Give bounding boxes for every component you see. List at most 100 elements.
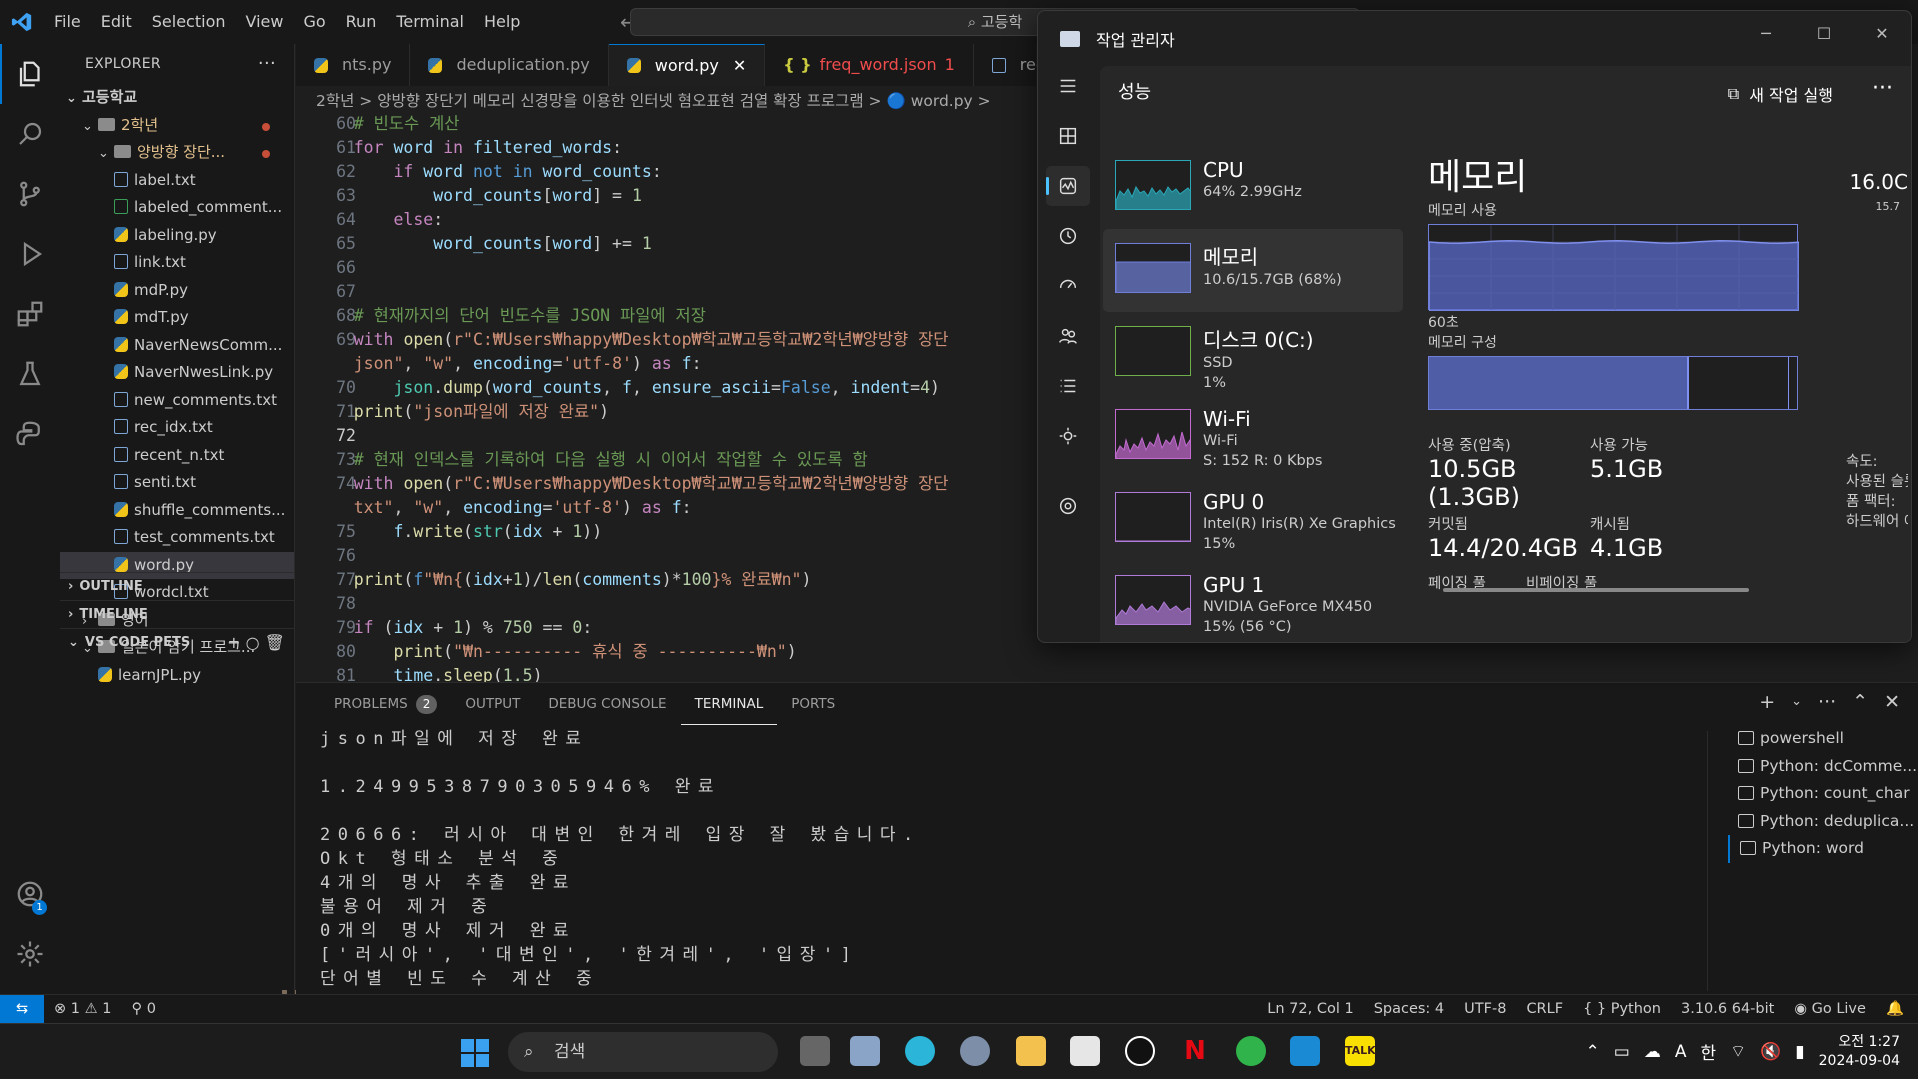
horizontal-scrollbar[interactable] [1443, 588, 1749, 592]
resource-gpu-1[interactable]: GPU 1 NVIDIA GeForce MX450 15% (56 °C) [1103, 561, 1403, 642]
explorer-icon[interactable] [0, 44, 60, 104]
volume-mute-icon[interactable]: 🔇 [1760, 1042, 1781, 1062]
folder-item[interactable]: ⌄ 양방향 장단... [60, 139, 294, 167]
vscode-taskbar-icon[interactable] [1290, 1036, 1320, 1066]
problems-status[interactable]: ⊗ 1 ⚠ 1 [54, 1001, 111, 1017]
processes-icon[interactable] [1046, 116, 1090, 156]
section-outline[interactable]: › OUTLINE [60, 572, 295, 600]
menu-view[interactable]: View [236, 0, 294, 44]
panel-tab-ports[interactable]: PORTS [777, 683, 849, 725]
startup-apps-icon[interactable] [1046, 266, 1090, 306]
folder-item[interactable]: ⌄ 2학년 [60, 112, 294, 140]
details-icon[interactable] [1046, 366, 1090, 406]
menu-selection[interactable]: Selection [142, 0, 236, 44]
close-panel-icon[interactable]: ✕ [1884, 691, 1900, 713]
go-live-button[interactable]: ◉ Go Live [1794, 995, 1866, 1023]
close-tab-icon[interactable]: ✕ [733, 45, 746, 87]
file-item[interactable]: mdP.py [60, 277, 294, 305]
line-ending[interactable]: CRLF [1526, 995, 1563, 1023]
tab-nts-py[interactable]: nts.py [296, 44, 411, 86]
services-icon[interactable] [1046, 416, 1090, 456]
menu-go[interactable]: Go [293, 0, 335, 44]
menu-help[interactable]: Help [474, 0, 530, 44]
file-item[interactable]: label.txt [60, 167, 294, 195]
panel-tab-problems[interactable]: PROBLEMS 2 [320, 683, 451, 725]
resource-gpu-0[interactable]: GPU 0 Intel(R) Iris(R) Xe Graphics 15% [1103, 478, 1403, 561]
resource--[interactable]: 메모리 10.6/15.7GB (68%) [1103, 229, 1403, 312]
ime-lang[interactable]: A [1675, 1042, 1687, 1062]
onedrive-icon[interactable]: ☁ [1644, 1042, 1661, 1062]
resource-wi-fi[interactable]: Wi-Fi Wi-Fi S: 152 R: 0 Kbps [1103, 395, 1403, 478]
resource--0-c-[interactable]: 디스크 0(C:) SSD 1% [1103, 312, 1403, 395]
github-icon[interactable] [1125, 1036, 1155, 1066]
file-item[interactable]: learnJPL.py [60, 662, 294, 690]
resource-cpu[interactable]: CPU 64% 2.99GHz [1103, 146, 1403, 229]
menu-edit[interactable]: Edit [91, 0, 142, 44]
ports-status[interactable]: ⚲ 0 [131, 1001, 155, 1017]
file-item[interactable]: recent_n.txt [60, 442, 294, 470]
terminal-instance[interactable]: powershell [1728, 725, 1918, 753]
language-mode[interactable]: { } Python [1583, 995, 1661, 1023]
extensions-icon[interactable] [0, 284, 60, 344]
indentation[interactable]: Spaces: 4 [1374, 995, 1444, 1023]
tab-deduplication-py[interactable]: deduplication.py [410, 44, 609, 86]
menu-file[interactable]: File [44, 0, 91, 44]
run-debug-icon[interactable] [0, 224, 60, 284]
bird-app-icon[interactable] [905, 1036, 935, 1066]
file-item[interactable]: test_comments.txt [60, 524, 294, 552]
section-timeline[interactable]: › TIMELINE [60, 600, 295, 628]
source-control-icon[interactable] [0, 164, 60, 224]
ime-mode[interactable]: 한 [1700, 1039, 1716, 1064]
menu-run[interactable]: Run [336, 0, 387, 44]
performance-icon[interactable] [1046, 166, 1090, 206]
python-interpreter[interactable]: 3.10.6 64-bit [1681, 995, 1774, 1023]
manage-gear-icon[interactable] [0, 924, 60, 984]
tab-word-py[interactable]: word.py ✕ [608, 44, 766, 87]
panel-tab-terminal[interactable]: TERMINAL [680, 683, 778, 725]
windows-start-icon[interactable] [460, 1038, 490, 1068]
accounts-icon[interactable]: 1 [0, 864, 60, 924]
close-icon[interactable]: ✕ [1853, 11, 1911, 56]
wifi-icon[interactable]: ⌔ [1730, 1041, 1746, 1062]
kakaotalk-icon[interactable]: TALK [1345, 1036, 1376, 1066]
terminal-instance[interactable]: Python: word [1728, 835, 1918, 863]
section-vs-code-pets[interactable]: ⌄ VS CODE PETS + ○ 🗑 [60, 628, 295, 656]
menu-terminal[interactable]: Terminal [386, 0, 474, 44]
file-item[interactable]: labeled_comment... [60, 194, 294, 222]
more-options-icon[interactable]: ··· [1872, 76, 1893, 101]
settings-gear-icon[interactable] [1046, 486, 1090, 526]
file-item[interactable]: link.txt [60, 249, 294, 277]
panel-tab-debug-console[interactable]: DEBUG CONSOLE [534, 683, 680, 725]
pets-actions[interactable]: + ○ 🗑 [227, 629, 285, 657]
file-item[interactable]: mdT.py [60, 304, 294, 332]
panel-tab-output[interactable]: OUTPUT [451, 683, 534, 725]
chevron-down-icon[interactable]: ⌄ [1791, 691, 1802, 713]
battery-icon[interactable]: ▮ [1795, 1042, 1804, 1062]
workspace-root[interactable]: ⌄ 고등학교 [60, 84, 294, 112]
snipping-tool-icon[interactable] [1070, 1036, 1100, 1066]
terminal-instance[interactable]: Python: deduplica... [1728, 808, 1918, 836]
users-icon[interactable] [1046, 316, 1090, 356]
terminal-instance[interactable]: Python: dcComme... [1728, 753, 1918, 781]
terminal-instance[interactable]: Python: count_char [1728, 780, 1918, 808]
code-editor[interactable]: 60 # 빈도수 계산 61 for word in filtered_words… [296, 112, 1036, 682]
task-manager-taskbar-icon[interactable] [850, 1036, 880, 1066]
taskbar-search[interactable]: ⌕ 검색 [508, 1032, 778, 1072]
testing-icon[interactable] [0, 344, 60, 404]
cursor-position[interactable]: Ln 72, Col 1 [1267, 995, 1353, 1023]
new-terminal-icon[interactable]: + [1759, 691, 1775, 713]
notifications-icon[interactable]: 🔔 [1886, 995, 1904, 1023]
netflix-icon[interactable]: N [1180, 1036, 1210, 1066]
battery-saver-icon[interactable]: ▭ [1614, 1042, 1630, 1062]
chevron-up-icon[interactable]: ⌃ [1586, 1042, 1600, 1062]
run-new-task-button[interactable]: ⧉ 새 작업 실행 [1728, 82, 1833, 106]
file-item[interactable]: NaverNewsComm... [60, 332, 294, 360]
minimize-icon[interactable]: ─ [1737, 11, 1795, 56]
maximize-icon[interactable]: ☐ [1795, 11, 1853, 56]
task-view-icon[interactable] [800, 1036, 830, 1066]
terminal-output[interactable]: json파일에 저장 완료 1.2499538790305946% 완료 20666… [320, 727, 1700, 992]
file-explorer-icon[interactable] [1016, 1036, 1046, 1066]
file-item[interactable]: labeling.py [60, 222, 294, 250]
app-history-icon[interactable] [1046, 216, 1090, 256]
remote-icon[interactable]: ⇆ [0, 994, 44, 1024]
